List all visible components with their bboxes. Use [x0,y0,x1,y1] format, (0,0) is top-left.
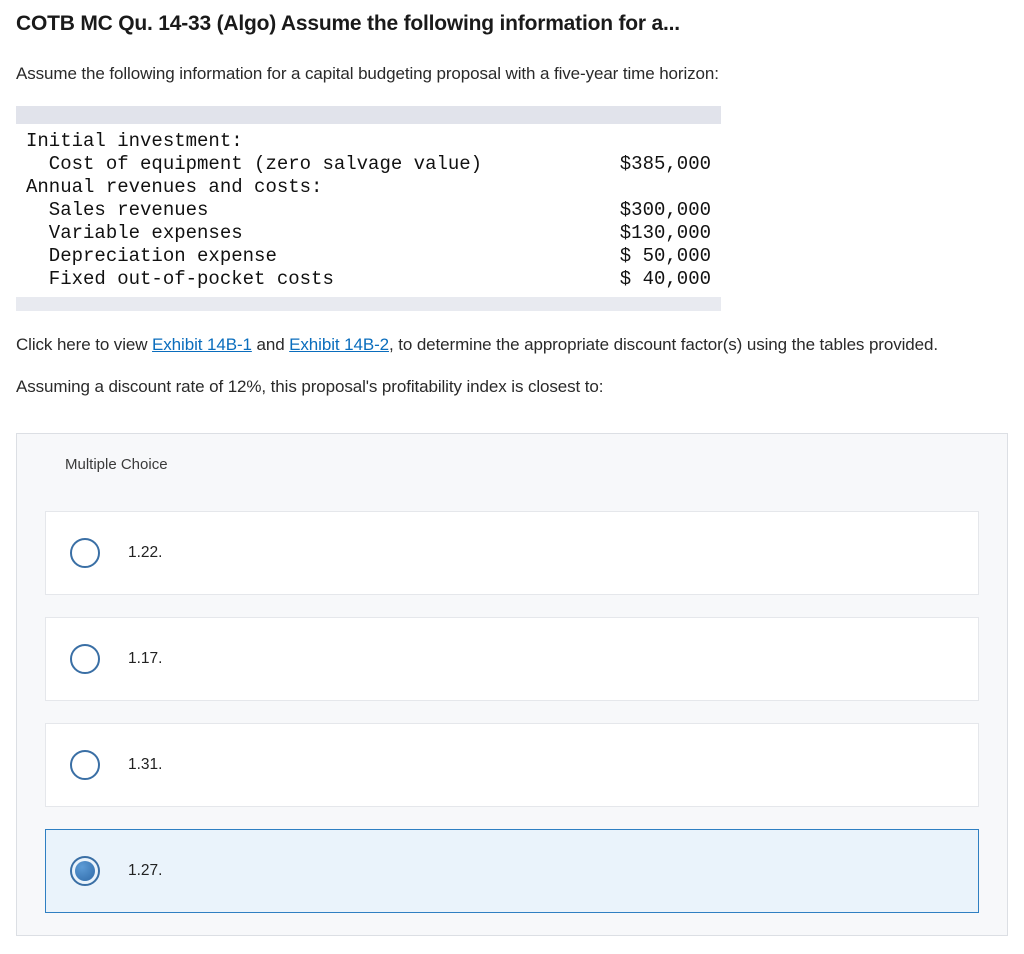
table-row: Depreciation expense $ 50,000 [26,245,711,268]
table-row: Sales revenues $300,000 [26,199,711,222]
row-value: $ 50,000 [620,245,711,268]
radio-icon [70,538,100,568]
option-label: 1.22. [128,544,162,562]
exhibit-14b-1-link[interactable]: Exhibit 14B-1 [152,335,252,354]
radio-icon [70,750,100,780]
row-label: Sales revenues [26,199,208,222]
row-label: Depreciation expense [26,245,277,268]
exhibit-14b-2-link[interactable]: Exhibit 14B-2 [289,335,389,354]
table-row: Cost of equipment (zero salvage value) $… [26,153,711,176]
table-top-bar [16,106,721,124]
links-mid: and [252,335,289,354]
exhibit-links-line: Click here to view Exhibit 14B-1 and Exh… [16,335,1008,355]
row-label: Annual revenues and costs: [26,176,322,199]
links-suffix: , to determine the appropriate discount … [389,335,938,354]
option-b[interactable]: 1.17. [45,617,979,701]
table-row: Fixed out-of-pocket costs $ 40,000 [26,268,711,291]
links-prefix: Click here to view [16,335,152,354]
table-bottom-bar [16,297,721,311]
intro-text: Assume the following information for a c… [16,64,1008,84]
radio-icon [70,856,100,886]
row-label: Variable expenses [26,222,243,245]
table-row: Initial investment: [26,130,711,153]
multiple-choice-block: Multiple Choice 1.22. 1.17. 1.31. 1.27. [16,433,1008,936]
option-label: 1.27. [128,862,162,880]
row-value: $130,000 [620,222,711,245]
row-value: $ 40,000 [620,268,711,291]
option-d[interactable]: 1.27. [45,829,979,913]
option-a[interactable]: 1.22. [45,511,979,595]
row-label: Fixed out-of-pocket costs [26,268,334,291]
multiple-choice-header: Multiple Choice [17,434,1007,495]
table-row: Annual revenues and costs: [26,176,711,199]
assumption-text: Assuming a discount rate of 12%, this pr… [16,377,1008,397]
row-label: Initial investment: [26,130,243,153]
row-label: Cost of equipment (zero salvage value) [26,153,482,176]
table-row: Variable expenses $130,000 [26,222,711,245]
radio-icon [70,644,100,674]
row-value: $300,000 [620,199,711,222]
data-table: Initial investment: Cost of equipment (z… [16,106,721,311]
row-value: $385,000 [620,153,711,176]
option-label: 1.31. [128,756,162,774]
question-title: COTB MC Qu. 14-33 (Algo) Assume the foll… [16,12,1008,36]
option-label: 1.17. [128,650,162,668]
option-c[interactable]: 1.31. [45,723,979,807]
